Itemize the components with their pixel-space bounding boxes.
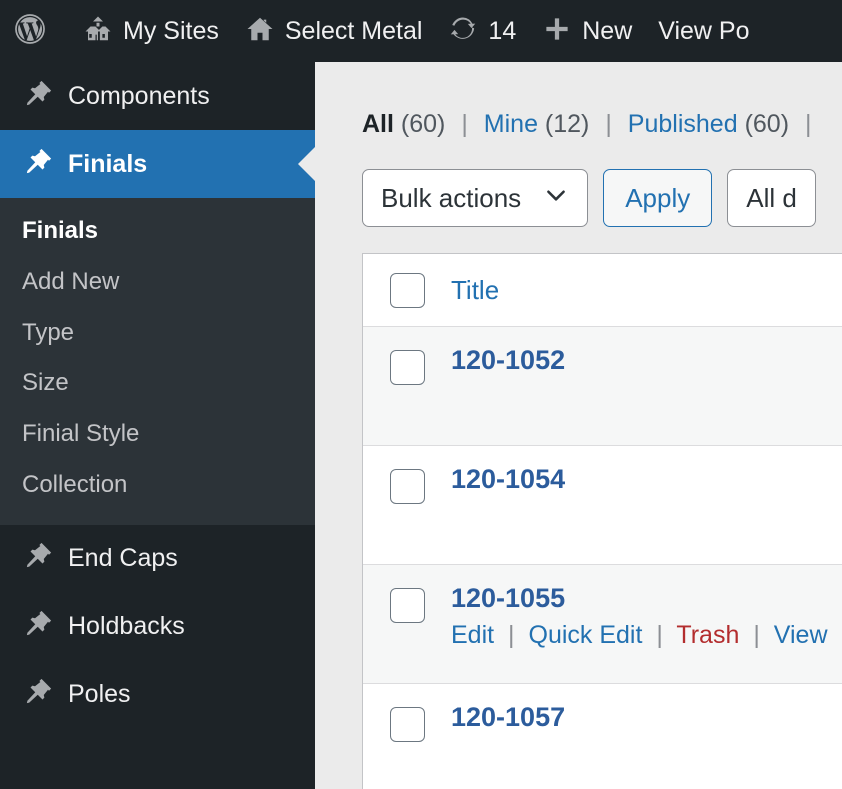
- current-menu-arrow-icon: [298, 147, 315, 181]
- filter-separator: |: [461, 110, 468, 138]
- post-status-filter-links: All (60) | Mine (12) | Published (60) |: [362, 110, 820, 139]
- row-title-link[interactable]: 120-1057: [451, 702, 565, 732]
- row-actions: Edit | Quick Edit | Trash | View: [451, 621, 842, 650]
- sidebar-item-poles[interactable]: Poles: [0, 661, 315, 729]
- filter-count-all: (60): [400, 110, 446, 138]
- adminbar-wp-logo[interactable]: [0, 0, 70, 62]
- row-checkbox-cell: [363, 684, 451, 742]
- adminbar-view-posts-label: View Po: [658, 16, 750, 45]
- pin-icon: [22, 676, 52, 713]
- row-action-quick-edit[interactable]: Quick Edit: [529, 621, 643, 649]
- adminbar-site-name[interactable]: Select Metal: [232, 0, 436, 62]
- sidebar-submenu-finials: Finials Add New Type Size Finial Style C…: [0, 198, 315, 525]
- table-header-row: Title: [363, 254, 842, 327]
- row-title-cell: 120-1052: [451, 327, 842, 376]
- filter-link-published[interactable]: Published: [628, 110, 738, 138]
- wordpress-logo-icon: [13, 12, 47, 51]
- adminbar-view-posts[interactable]: View Po: [645, 0, 762, 62]
- date-filter-selected-value: All d: [746, 182, 797, 213]
- filter-separator: |: [804, 110, 812, 138]
- pin-icon: [22, 608, 52, 645]
- submenu-item-size[interactable]: Size: [0, 358, 315, 409]
- sidebar-item-poles-label: Poles: [68, 680, 131, 709]
- pin-icon: [22, 78, 52, 115]
- table-row: 120-1052: [363, 327, 842, 446]
- row-action-separator: |: [753, 621, 760, 649]
- admin-bar: My Sites Select Metal 14 New View Po: [0, 0, 842, 62]
- adminbar-my-sites-label: My Sites: [123, 16, 219, 45]
- table-row: 120-1055 Edit | Quick Edit | Trash | Vie…: [363, 565, 842, 684]
- bulk-actions-select[interactable]: Bulk actions: [362, 169, 589, 227]
- adminbar-updates-count: 14: [488, 16, 517, 45]
- bulk-actions-selected-value: Bulk actions: [381, 182, 522, 213]
- pin-icon: [22, 146, 52, 183]
- row-checkbox-cell: [363, 565, 451, 623]
- row-title-cell: 120-1057: [451, 684, 842, 733]
- table-navigation-top: Bulk actions Apply All d: [362, 169, 816, 227]
- adminbar-new-content-label: New: [582, 16, 633, 45]
- select-all-cell: [363, 272, 451, 308]
- plus-icon: [542, 14, 572, 49]
- updates-icon: [448, 14, 478, 49]
- sidebar-item-end-caps-label: End Caps: [68, 544, 178, 573]
- row-action-separator: |: [508, 621, 515, 649]
- filter-count-published: (60): [744, 110, 790, 138]
- row-title-link[interactable]: 120-1054: [451, 464, 565, 494]
- submenu-item-finials[interactable]: Finials: [0, 206, 315, 257]
- sidebar-item-holdbacks[interactable]: Holdbacks: [0, 593, 315, 661]
- row-title-cell: 120-1055 Edit | Quick Edit | Trash | Vie…: [451, 565, 842, 650]
- sidebar-item-finials-label: Finials: [68, 149, 148, 178]
- row-action-view[interactable]: View: [774, 621, 828, 649]
- row-title-link[interactable]: 120-1052: [451, 345, 565, 375]
- row-checkbox-cell: [363, 327, 451, 385]
- apply-button[interactable]: Apply: [603, 169, 713, 227]
- posts-list-table: Title 120-1052 120-1054 120-1055 Edit | …: [362, 253, 842, 789]
- filter-count-mine: (12): [544, 110, 590, 138]
- chevron-down-icon: [543, 182, 569, 215]
- submenu-item-collection[interactable]: Collection: [0, 460, 315, 511]
- row-title-link[interactable]: 120-1055: [451, 583, 565, 613]
- adminbar-site-name-label: Select Metal: [284, 16, 423, 45]
- my-sites-icon: [83, 14, 113, 49]
- select-all-checkbox[interactable]: [389, 272, 425, 308]
- row-select-checkbox[interactable]: [389, 707, 425, 742]
- adminbar-my-sites[interactable]: My Sites: [70, 0, 232, 62]
- row-select-checkbox[interactable]: [389, 350, 425, 385]
- main-content: All (60) | Mine (12) | Published (60) | …: [315, 62, 842, 789]
- adminbar-updates[interactable]: 14: [435, 0, 529, 62]
- row-action-edit[interactable]: Edit: [451, 621, 494, 649]
- submenu-item-add-new[interactable]: Add New: [0, 257, 315, 308]
- sidebar-item-finials[interactable]: Finials: [0, 130, 315, 198]
- submenu-item-type[interactable]: Type: [0, 308, 315, 359]
- home-icon: [245, 14, 275, 49]
- filter-separator: |: [605, 110, 612, 138]
- table-row: 120-1057: [363, 684, 842, 789]
- filter-link-all[interactable]: All: [362, 110, 394, 138]
- admin-sidebar-menu: Components Finials Finials Add New Type …: [0, 62, 315, 789]
- row-select-checkbox[interactable]: [389, 588, 425, 623]
- table-row: 120-1054: [363, 446, 842, 565]
- sidebar-item-components[interactable]: Components: [0, 62, 315, 130]
- row-select-checkbox[interactable]: [389, 469, 425, 504]
- date-filter-select[interactable]: All d: [727, 169, 816, 227]
- filter-link-mine[interactable]: Mine: [484, 110, 538, 138]
- pin-icon: [22, 540, 52, 577]
- sidebar-item-holdbacks-label: Holdbacks: [68, 612, 185, 641]
- sidebar-item-components-label: Components: [68, 81, 210, 110]
- row-action-trash[interactable]: Trash: [676, 621, 739, 649]
- row-title-cell: 120-1054: [451, 446, 842, 495]
- row-action-separator: |: [656, 621, 663, 649]
- adminbar-new-content[interactable]: New: [529, 0, 645, 62]
- row-checkbox-cell: [363, 446, 451, 504]
- column-header-title-cell: Title: [451, 275, 842, 306]
- submenu-item-finial-style[interactable]: Finial Style: [0, 409, 315, 460]
- column-header-title[interactable]: Title: [451, 275, 499, 305]
- sidebar-item-end-caps[interactable]: End Caps: [0, 525, 315, 593]
